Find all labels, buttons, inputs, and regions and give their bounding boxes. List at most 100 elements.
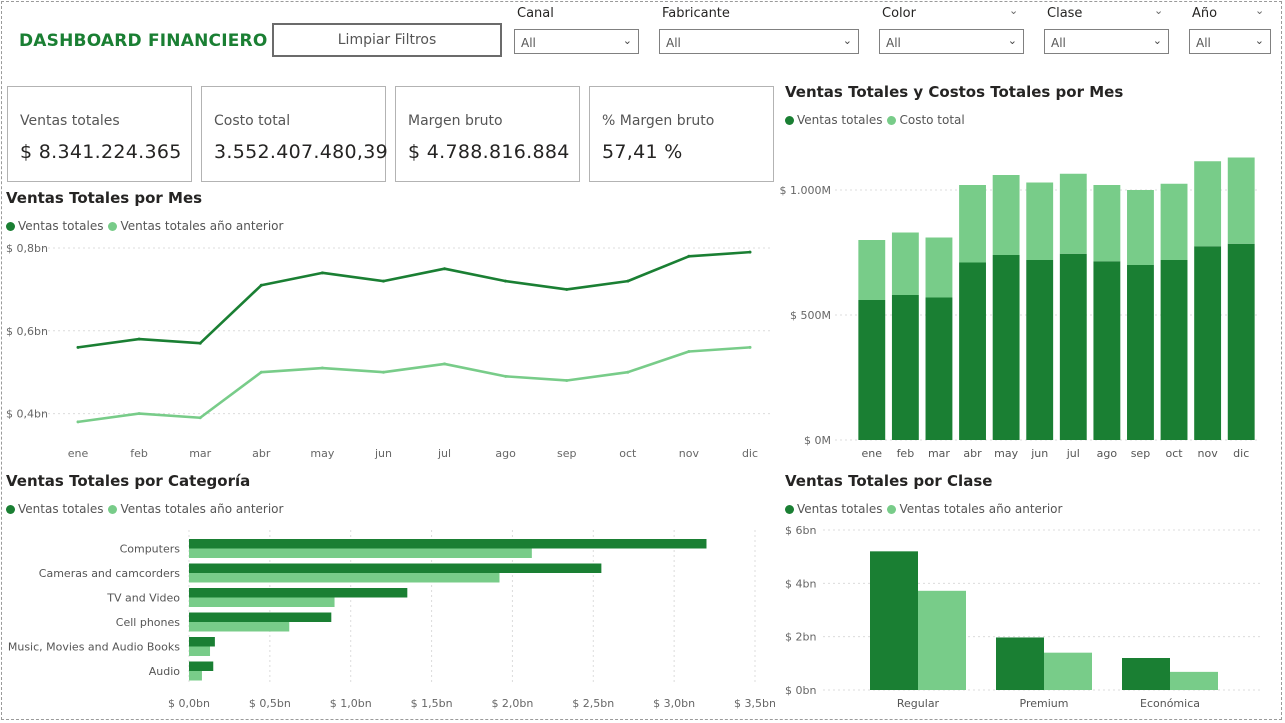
slicer-header-chevron-icon[interactable]: ⌄ xyxy=(1255,4,1264,17)
data-point[interactable] xyxy=(76,420,80,424)
data-point[interactable] xyxy=(504,374,508,378)
hbar-ano-anterior[interactable] xyxy=(189,671,202,681)
stacked-bar-costo[interactable] xyxy=(925,237,953,298)
hbar-ventas[interactable] xyxy=(189,588,408,598)
stacked-bar-costo[interactable] xyxy=(959,185,986,263)
legend-item[interactable]: Ventas totales xyxy=(785,502,882,516)
stacked-bar-costo[interactable] xyxy=(891,232,919,296)
y-tick-label: $ 500M xyxy=(790,309,831,322)
hbar-ventas[interactable] xyxy=(189,612,332,623)
legend-item[interactable]: Costo total xyxy=(887,113,965,127)
column-bar-ano-anterior[interactable] xyxy=(918,590,966,690)
stacked-bar-costo[interactable] xyxy=(1093,185,1121,262)
line-series-ano-anterior[interactable] xyxy=(77,346,751,424)
data-point[interactable] xyxy=(137,337,141,341)
slicer-dropdown-canal[interactable]: All ⌄ xyxy=(514,29,639,54)
column-bar-ano-anterior[interactable] xyxy=(1170,671,1218,690)
data-point[interactable] xyxy=(565,287,569,291)
stacked-bar-costo[interactable] xyxy=(1026,182,1054,261)
data-point[interactable] xyxy=(687,254,691,258)
slicer-dropdown-color[interactable]: All ⌄ xyxy=(879,29,1024,54)
slicer-dropdown-anio[interactable]: All ⌄ xyxy=(1189,29,1271,54)
column-bar-ventas[interactable] xyxy=(996,637,1044,690)
data-point[interactable] xyxy=(198,416,202,420)
stacked-bar-costo[interactable] xyxy=(1194,161,1222,247)
line-series-ventas-totales[interactable] xyxy=(77,250,751,349)
slicer-label: Color xyxy=(882,6,916,21)
data-point[interactable] xyxy=(748,250,752,254)
stacked-bar-ventas[interactable] xyxy=(858,300,886,440)
stacked-bar-ventas[interactable] xyxy=(1127,265,1154,440)
stacked-bar-ventas[interactable] xyxy=(1093,261,1121,440)
data-point[interactable] xyxy=(626,370,630,374)
legend-item[interactable]: Ventas totales xyxy=(785,113,882,127)
hbar-ventas[interactable] xyxy=(189,539,707,549)
hbar-ano-anterior[interactable] xyxy=(189,573,500,583)
data-point[interactable] xyxy=(76,345,80,349)
stacked-bar-ventas[interactable] xyxy=(992,255,1020,440)
data-point[interactable] xyxy=(565,378,569,382)
data-point[interactable] xyxy=(320,366,324,370)
slicer-dropdown-fabricante[interactable]: All ⌄ xyxy=(659,29,859,54)
kpi-card-porcentaje-margen-bruto[interactable]: % Margen bruto 57,41 % xyxy=(589,86,774,182)
hbar-ano-anterior[interactable] xyxy=(189,597,335,608)
legend-item[interactable]: Ventas totales xyxy=(6,502,103,516)
hbar-ventas[interactable] xyxy=(189,637,215,647)
stacked-bar-costo[interactable] xyxy=(858,240,886,300)
slicer-header-chevron-icon[interactable]: ⌄ xyxy=(1009,4,1018,17)
stacked-bar-ventas[interactable] xyxy=(1160,260,1188,440)
slicer-header-chevron-icon[interactable]: ⌄ xyxy=(1154,4,1163,17)
line-chart-plot[interactable]: $ 0,8bn $ 0,6bn $ 0,4bn ene feb mar abr may jun j… xyxy=(0,235,775,465)
stacked-chart-plot[interactable]: $ 1.000M $ 500M $ 0M ene feb mar abr may jun jul a… xyxy=(775,140,1275,465)
stacked-bar-ventas[interactable] xyxy=(925,297,953,441)
stacked-bar-ventas[interactable] xyxy=(1026,260,1054,440)
stacked-bar-ventas[interactable] xyxy=(1227,243,1255,440)
kpi-value: 57,41 % xyxy=(602,141,683,163)
stacked-bar-ventas[interactable] xyxy=(891,295,919,440)
kpi-card-costo-total[interactable]: Costo total 3.552.407.480,39 xyxy=(201,86,388,182)
legend-item[interactable]: Ventas totales año anterior xyxy=(108,502,283,516)
hbar-ano-anterior[interactable] xyxy=(189,622,290,632)
stacked-bar-costo[interactable] xyxy=(1160,183,1188,260)
hbar-ventas[interactable] xyxy=(189,661,214,672)
class-chart-plot[interactable]: $ 6bn $ 4bn $ 2bn $ 0bn Regular Premium Económ… xyxy=(775,520,1275,720)
stacked-bar-ventas[interactable] xyxy=(959,262,986,441)
kpi-label: Margen bruto xyxy=(408,113,503,129)
stacked-bar-costo[interactable] xyxy=(992,175,1020,255)
data-point[interactable] xyxy=(504,279,508,283)
data-point[interactable] xyxy=(381,370,385,374)
kpi-card-margen-bruto[interactable]: Margen bruto $ 4.788.816.884 xyxy=(395,86,580,182)
data-point[interactable] xyxy=(687,350,691,353)
column-bar-ventas[interactable] xyxy=(1122,658,1170,690)
hbar-chart-plot[interactable]: $ 0,0bn $ 0,5bn $ 1,0bn $ 1,5bn $ 2,0bn $ 2,5… xyxy=(0,525,775,720)
column-bar-ano-anterior[interactable] xyxy=(1044,652,1092,690)
kpi-card-ventas-totales[interactable]: Ventas totales $ 8.341.224.365 xyxy=(7,86,192,182)
stacked-bar-costo[interactable] xyxy=(1127,190,1154,265)
stacked-bar-ventas[interactable] xyxy=(1059,253,1087,440)
data-point[interactable] xyxy=(626,279,630,283)
legend-item[interactable]: Ventas totales xyxy=(6,219,103,233)
data-point[interactable] xyxy=(443,362,447,366)
stacked-bar-costo[interactable] xyxy=(1227,157,1255,244)
data-point[interactable] xyxy=(381,279,385,283)
hbar-ano-anterior[interactable] xyxy=(189,548,532,559)
hbar-ano-anterior[interactable] xyxy=(189,646,211,657)
stacked-bar-ventas[interactable] xyxy=(1194,246,1222,440)
legend-item[interactable]: Ventas totales año anterior xyxy=(887,502,1062,516)
data-point[interactable] xyxy=(320,271,324,275)
legend-label: Ventas totales xyxy=(797,113,883,127)
stacked-bar-costo[interactable] xyxy=(1059,173,1087,254)
data-point[interactable] xyxy=(259,370,263,374)
y-tick-label: $ 6bn xyxy=(785,524,816,537)
slicer-dropdown-clase[interactable]: All ⌄ xyxy=(1044,29,1169,54)
column-bar-ventas[interactable] xyxy=(870,551,918,690)
y-category-label: Music, Movies and Audio Books xyxy=(8,641,180,654)
data-point[interactable] xyxy=(259,283,263,287)
data-point[interactable] xyxy=(748,345,752,349)
data-point[interactable] xyxy=(198,341,202,345)
data-point[interactable] xyxy=(443,267,447,271)
hbar-ventas[interactable] xyxy=(189,563,602,574)
data-point[interactable] xyxy=(137,412,141,416)
legend-item[interactable]: Ventas totales año anterior xyxy=(108,219,283,233)
clear-filters-button[interactable]: Limpiar Filtros xyxy=(272,23,502,57)
